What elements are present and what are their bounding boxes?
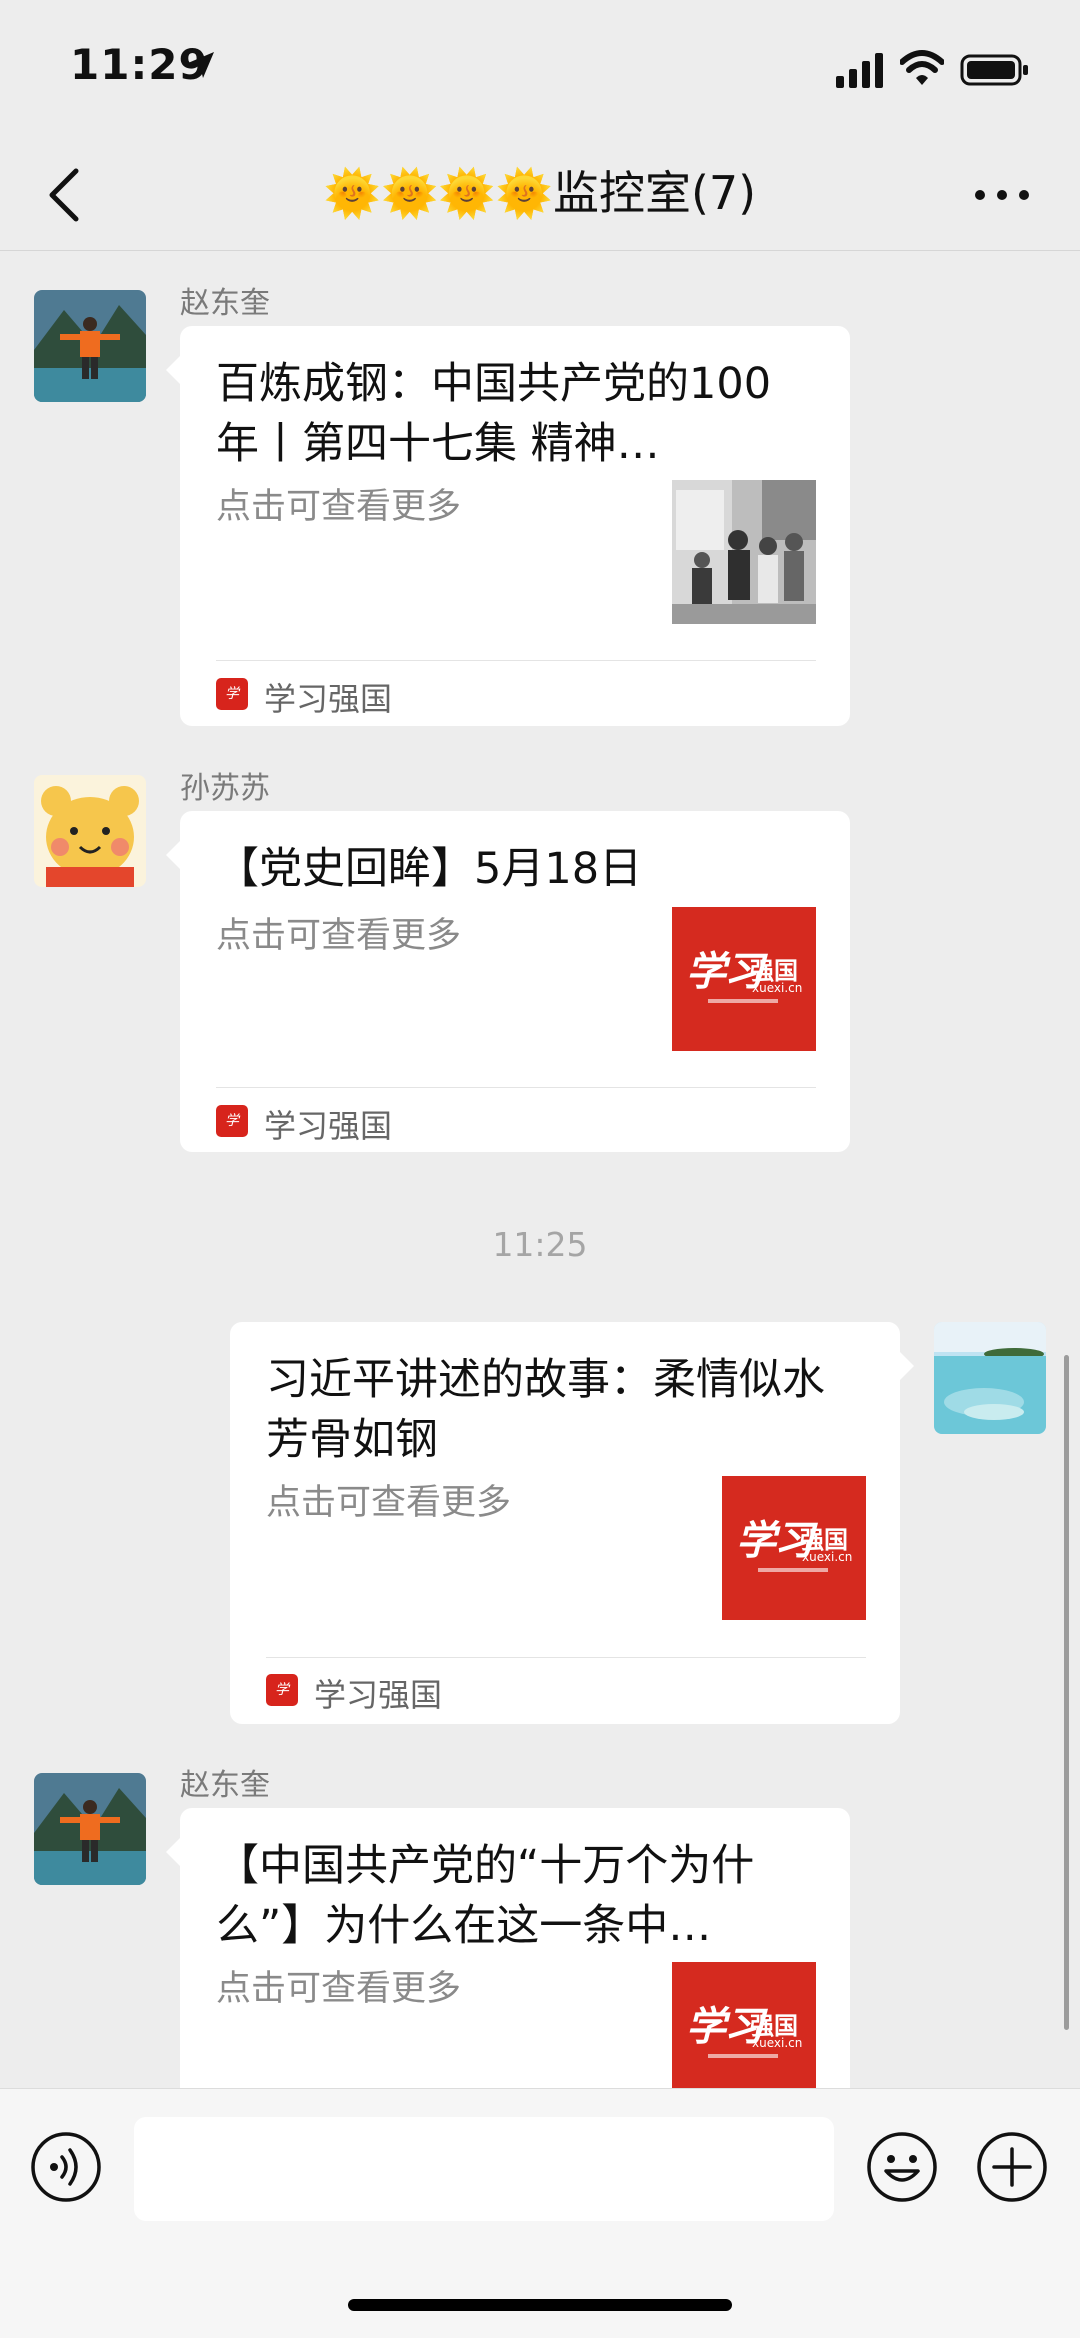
plus-icon[interactable] bbox=[976, 2131, 1048, 2203]
sender-name: 赵东奎 bbox=[180, 286, 270, 321]
battery-icon bbox=[960, 54, 1028, 86]
xuexi-thumbnail: 学习 强国 xuexi.cn bbox=[672, 907, 816, 1051]
scroll-indicator[interactable] bbox=[1064, 1355, 1069, 2030]
message-input[interactable] bbox=[134, 2117, 834, 2221]
thumb-url: xuexi.cn bbox=[752, 2036, 803, 2050]
sender-name: 孙苏苏 bbox=[180, 771, 270, 806]
article-card[interactable]: 【党史回眸】5月18日 点击可查看更多 学习 强国 xuexi.cn 学 学习强… bbox=[166, 811, 850, 1152]
thumb-caption-line bbox=[708, 999, 778, 1003]
xuexi-thumbnail: 学习 强国 xuexi.cn bbox=[722, 1476, 866, 1620]
article-thumbnail bbox=[672, 480, 816, 624]
thumb-url: xuexi.cn bbox=[802, 1550, 853, 1564]
article-desc: 点击可查看更多 bbox=[266, 1483, 512, 1523]
avatar[interactable] bbox=[34, 775, 146, 887]
article-title: 习近平讲述的故事：柔情似水 芳骨如钢 bbox=[266, 1355, 825, 1465]
source-name: 学习强国 bbox=[314, 1676, 443, 1714]
xuexi-logo-icon: 学 bbox=[216, 1105, 248, 1137]
avatar[interactable] bbox=[34, 290, 146, 402]
card-divider bbox=[216, 1087, 816, 1088]
wifi-icon bbox=[900, 50, 944, 85]
card-divider bbox=[216, 660, 816, 661]
article-title: 【党史回眸】5月18日 bbox=[216, 844, 643, 894]
source-name: 学习强国 bbox=[264, 680, 393, 718]
article-title: 【中国共产党的“十万个为什么”】为什么在这一条中… bbox=[216, 1841, 755, 1951]
my-avatar[interactable] bbox=[934, 1322, 1046, 1434]
source-name: 学习强国 bbox=[264, 1107, 393, 1145]
xuexi-logo-icon: 学 bbox=[266, 1674, 298, 1706]
location-arrow-icon bbox=[188, 52, 214, 78]
article-desc: 点击可查看更多 bbox=[216, 1969, 462, 2009]
thumb-url: xuexi.cn bbox=[752, 981, 803, 995]
chat-timestamp: 11:25 bbox=[492, 1225, 588, 1264]
article-desc: 点击可查看更多 bbox=[216, 487, 462, 527]
thumb-caption-line bbox=[758, 1568, 828, 1572]
chat-header: 🌞🌞🌞🌞监控室(7) bbox=[0, 140, 1080, 251]
sender-name: 赵东奎 bbox=[180, 1768, 270, 1803]
thumb-caption-line bbox=[708, 2054, 778, 2058]
xuexi-thumbnail: 学习 强国 xuexi.cn bbox=[672, 1962, 816, 2106]
status-bar: 11:29 bbox=[0, 0, 1080, 140]
article-title: 百炼成钢：中国共产党的100年丨第四十七集 精神… bbox=[216, 359, 772, 469]
signal-icon bbox=[836, 53, 883, 88]
article-card[interactable]: 百炼成钢：中国共产党的100年丨第四十七集 精神… 点击可查看更多 学 学习强国 bbox=[166, 326, 850, 726]
article-card[interactable]: 习近平讲述的故事：柔情似水 芳骨如钢 点击可查看更多 学习 强国 xuexi.c… bbox=[230, 1322, 914, 1724]
card-divider bbox=[266, 1657, 866, 1658]
home-indicator[interactable] bbox=[348, 2299, 732, 2311]
xuexi-logo-icon: 学 bbox=[216, 678, 248, 710]
chat-title: 🌞🌞🌞🌞监控室(7) bbox=[323, 166, 757, 220]
input-bar bbox=[0, 2088, 1080, 2338]
emoji-icon[interactable] bbox=[866, 2131, 938, 2203]
article-desc: 点击可查看更多 bbox=[216, 916, 462, 956]
article-card[interactable]: 【中国共产党的“十万个为什么”】为什么在这一条中… 点击可查看更多 学习 强国 … bbox=[166, 1808, 850, 2128]
voice-icon[interactable] bbox=[30, 2131, 102, 2203]
avatar[interactable] bbox=[34, 1773, 146, 1885]
more-icon[interactable] bbox=[972, 182, 1032, 208]
